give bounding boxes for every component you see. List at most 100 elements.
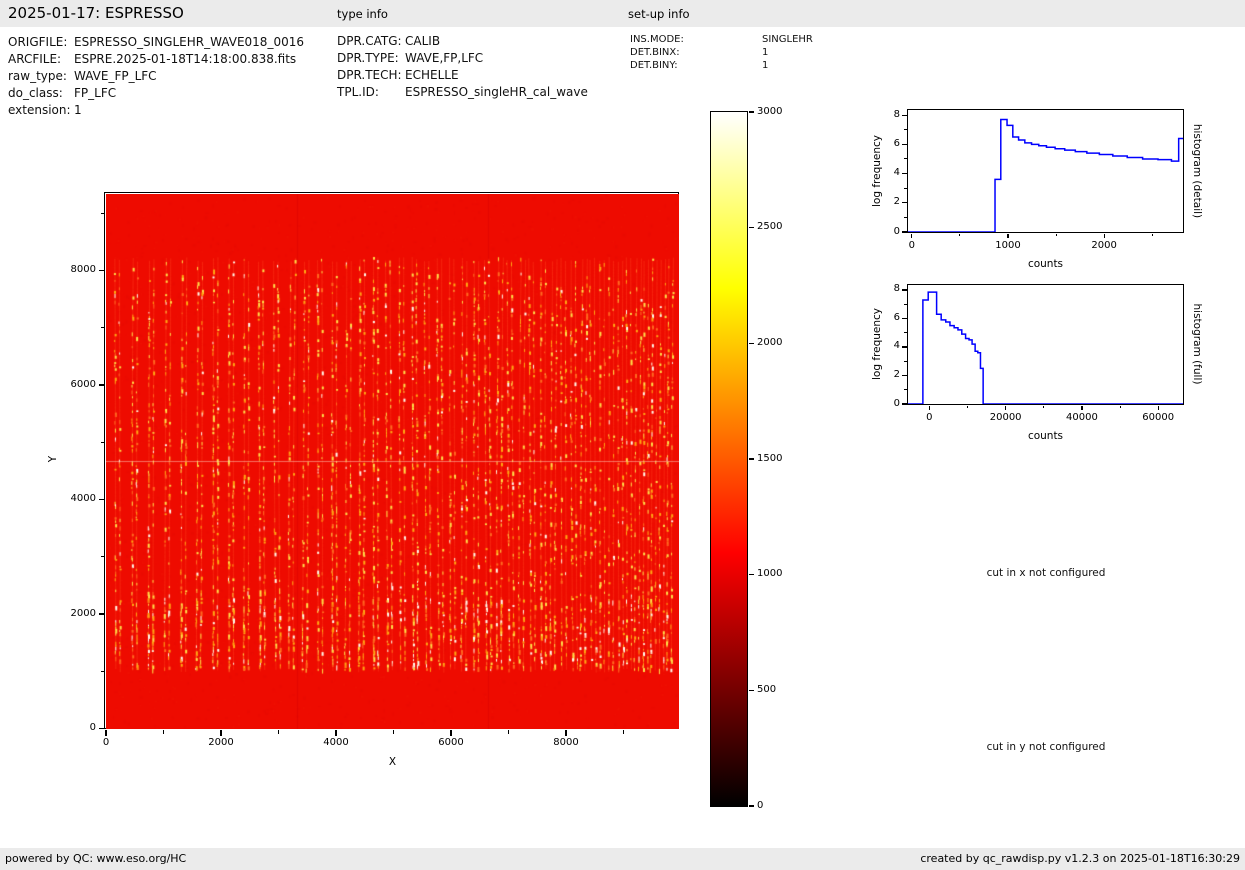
info-value: FP_LFC — [74, 86, 116, 100]
hist-y-tick-label: 4 — [880, 167, 900, 178]
colorbar-tick — [749, 574, 755, 575]
info-row: DPR.TECH:ECHELLE — [337, 67, 588, 84]
colorbar-tick-label: 3000 — [757, 106, 797, 117]
y-minor-tick — [101, 671, 105, 672]
hist-x-tick-label: 0 — [887, 240, 937, 251]
y-tick-label: 2000 — [58, 608, 96, 619]
hist-x-minor-tick — [1043, 406, 1044, 409]
info-label: DET.BINX: — [630, 46, 762, 59]
hist-y-tick-label: 4 — [880, 340, 900, 351]
x-minor-tick — [163, 730, 164, 734]
x-tick-label: 4000 — [316, 737, 356, 748]
hist-y-minor-tick — [904, 332, 907, 333]
hist-y-tick — [902, 346, 907, 347]
hist-x-tick — [929, 406, 930, 411]
hist-y-tick-label: 0 — [880, 226, 900, 237]
hist-x-minor-tick — [1120, 406, 1121, 409]
info-row: ARCFILE:ESPRE.2025-01-18T14:18:00.838.fi… — [8, 51, 304, 68]
hist-y-tick-label: 6 — [880, 312, 900, 323]
info-value: SINGLEHR — [762, 34, 813, 45]
info-label: DPR.TYPE: — [337, 50, 405, 67]
type-info-block: DPR.CATG:CALIBDPR.TYPE:WAVE,FP,LFCDPR.TE… — [337, 33, 588, 101]
hist-y-minor-tick — [904, 188, 907, 189]
x-tick — [565, 730, 566, 736]
hist-y-minor-tick — [904, 304, 907, 305]
hist-y-tick-label: 2 — [880, 196, 900, 207]
footer-right-text: created by qc_rawdisp.py v1.2.3 on 2025-… — [920, 848, 1240, 870]
y-tick-label: 8000 — [58, 264, 96, 275]
info-value: ECHELLE — [405, 68, 459, 82]
hist-y-tick — [902, 115, 907, 116]
hist-y-tick — [902, 173, 907, 174]
hist-x-minor-tick — [967, 406, 968, 409]
hist-x-tick-label: 40000 — [1057, 412, 1107, 423]
colorbar-tick — [749, 111, 755, 112]
hist-detail-xlabel: counts — [908, 258, 1183, 270]
info-row: raw_type:WAVE_FP_LFC — [8, 68, 304, 85]
x-tick-label: 8000 — [546, 737, 586, 748]
histogram-detail-curve — [908, 110, 1183, 232]
hist-full-right-label: histogram (full) — [1191, 279, 1203, 409]
hist-y-tick — [902, 202, 907, 203]
colorbar-tick-label: 0 — [757, 800, 797, 811]
file-info-block: ORIGFILE:ESPRESSO_SINGLEHR_WAVE018_0016A… — [8, 34, 304, 119]
hist-y-tick — [902, 318, 907, 319]
x-minor-tick — [278, 730, 279, 734]
y-minor-tick — [101, 327, 105, 328]
info-row: DET.BINX:1 — [630, 46, 813, 59]
info-value: WAVE_FP_LFC — [74, 69, 157, 83]
y-tick — [99, 384, 105, 385]
info-label: do_class: — [8, 85, 74, 102]
y-tick-label: 4000 — [58, 493, 96, 504]
info-row: INS.MODE:SINGLEHR — [630, 33, 813, 46]
info-row: DPR.CATG:CALIB — [337, 33, 588, 50]
hist-y-tick — [902, 144, 907, 145]
x-tick — [105, 730, 106, 736]
colorbar-tick — [749, 458, 755, 459]
info-value: 1 — [762, 60, 768, 71]
hist-x-tick-label: 2000 — [1079, 240, 1129, 251]
hist-y-tick-label: 8 — [880, 109, 900, 120]
x-tick — [220, 730, 221, 736]
hist-y-minor-tick — [904, 389, 907, 390]
cut-x-message: cut in x not configured — [936, 567, 1156, 579]
info-label: DPR.CATG: — [337, 33, 405, 50]
y-axis-label: Y — [47, 449, 59, 469]
hist-y-tick — [902, 231, 907, 232]
x-tick — [335, 730, 336, 736]
info-row: TPL.ID:ESPRESSO_singleHR_cal_wave — [337, 84, 588, 101]
hist-full-xlabel: counts — [908, 430, 1183, 442]
colorbar-tick — [749, 690, 755, 691]
info-label: raw_type: — [8, 68, 74, 85]
y-minor-tick — [101, 556, 105, 557]
info-label: DPR.TECH: — [337, 67, 405, 84]
hist-x-tick — [1005, 406, 1006, 411]
hist-x-minor-tick — [1056, 234, 1057, 237]
info-label: DET.BINY: — [630, 59, 762, 72]
hist-x-minor-tick — [959, 234, 960, 237]
hist-y-tick-label: 8 — [880, 283, 900, 294]
hist-y-tick — [902, 403, 907, 404]
hist-x-tick — [1158, 406, 1159, 411]
info-row: DET.BINY:1 — [630, 59, 813, 72]
footer-left-text: powered by QC: www.eso.org/HC — [5, 848, 186, 870]
colorbar-tick-label: 2500 — [757, 221, 797, 232]
hist-x-tick-label: 20000 — [981, 412, 1031, 423]
info-row: extension:1 — [8, 102, 304, 119]
hist-x-tick — [1104, 234, 1105, 239]
info-row: DPR.TYPE:WAVE,FP,LFC — [337, 50, 588, 67]
x-tick-label: 6000 — [431, 737, 471, 748]
y-tick-label: 0 — [58, 722, 96, 733]
hist-y-minor-tick — [904, 158, 907, 159]
colorbar-tick-label: 1500 — [757, 453, 797, 464]
hist-y-minor-tick — [904, 217, 907, 218]
colorbar-tick — [749, 805, 755, 806]
hist-x-tick — [1007, 234, 1008, 239]
y-tick — [99, 499, 105, 500]
hist-x-tick — [1081, 406, 1082, 411]
info-label: ORIGFILE: — [8, 34, 74, 51]
info-value: ESPRESSO_singleHR_cal_wave — [405, 85, 588, 99]
info-value: ESPRE.2025-01-18T14:18:00.838.fits — [74, 52, 296, 66]
header-bar: 2025-01-17: ESPRESSO type info set-up in… — [0, 0, 1245, 27]
colorbar-tick — [749, 343, 755, 344]
